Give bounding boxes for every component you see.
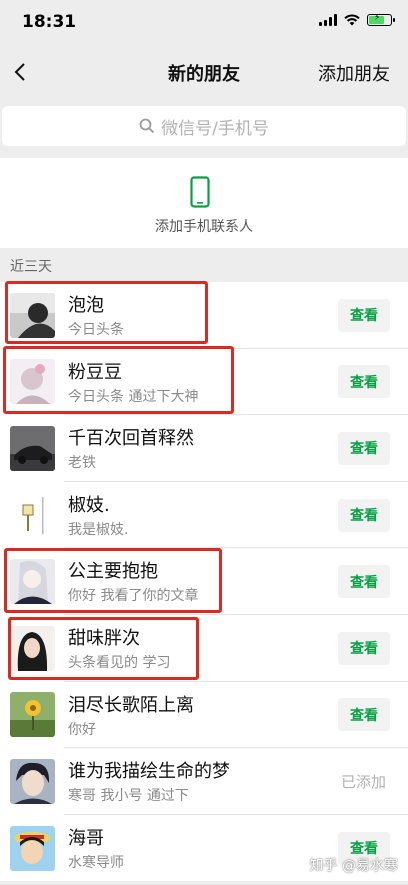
nav-bar: 新的朋友 添加朋友 <box>0 46 408 98</box>
mobile-phone-icon <box>190 176 210 208</box>
status-icons <box>319 13 395 26</box>
status-bar: 18:31 <box>0 0 408 46</box>
section-header: 近三天 <box>10 259 52 275</box>
view-button[interactable]: 查看 <box>338 698 390 732</box>
friend-name: 泪尽长歌陌上离 <box>68 694 194 716</box>
friend-name: 海哥 <box>68 827 104 849</box>
friend-request-text: 谁为我描绘生命的梦 寒哥 我小号 通过下 <box>68 760 230 806</box>
highlight-box <box>8 617 199 680</box>
friend-message: 我是椒妓. <box>68 521 129 538</box>
status-time: 18:31 <box>22 12 77 32</box>
battery-icon <box>367 13 395 26</box>
view-button[interactable]: 查看 <box>338 431 390 465</box>
avatar <box>10 692 55 738</box>
search-placeholder: 微信号/手机号 <box>161 118 269 139</box>
friend-request-text: 泪尽长歌陌上离 你好 <box>68 694 194 740</box>
friend-request-row[interactable]: 椒妓. 我是椒妓. 查看 <box>0 482 408 549</box>
avatar <box>10 492 55 538</box>
search-input[interactable]: 微信号/手机号 <box>2 106 406 146</box>
friend-name: 谁为我描绘生命的梦 <box>68 761 230 783</box>
friend-request-row[interactable]: 泪尽长歌陌上离 你好 查看 <box>0 682 408 749</box>
friend-request-text: 椒妓. 我是椒妓. <box>68 494 128 540</box>
friend-name: 椒妓. <box>68 494 110 516</box>
wifi-icon <box>344 14 360 26</box>
view-button[interactable]: 查看 <box>338 365 390 399</box>
view-button[interactable]: 查看 <box>338 498 390 532</box>
avatar <box>10 825 55 871</box>
friend-request-row[interactable]: 谁为我描绘生命的梦 寒哥 我小号 通过下 已添加 <box>0 748 408 815</box>
search-icon <box>139 118 155 134</box>
highlight-box <box>4 548 222 613</box>
highlight-box <box>3 346 234 414</box>
watermark: 知乎 @易水寒 <box>309 858 398 874</box>
signal-icon <box>319 14 337 26</box>
friend-message: 老铁 <box>68 455 96 472</box>
view-button[interactable]: 查看 <box>338 298 390 332</box>
friend-request-row[interactable]: 千百次回首释然 老铁 查看 <box>0 415 408 482</box>
add-phone-contacts-label: 添加手机联系人 <box>155 219 253 235</box>
friend-request-text: 海哥 水寒导师 <box>68 827 124 873</box>
friend-name: 千百次回首释然 <box>68 428 194 450</box>
highlight-box <box>5 281 208 344</box>
friend-message: 寒哥 我小号 通过下 <box>68 788 189 805</box>
friend-message: 你好 <box>68 721 96 738</box>
avatar <box>10 758 55 804</box>
view-button[interactable]: 查看 <box>338 565 390 599</box>
friend-message: 水寒导师 <box>68 854 124 871</box>
friend-request-text: 千百次回首释然 老铁 <box>68 427 194 473</box>
avatar <box>10 425 55 471</box>
added-status: 已添加 <box>340 772 386 791</box>
view-button[interactable]: 查看 <box>338 631 390 665</box>
add-friend-button[interactable]: 添加朋友 <box>318 60 390 86</box>
add-phone-contacts[interactable]: 添加手机联系人 <box>0 158 408 248</box>
